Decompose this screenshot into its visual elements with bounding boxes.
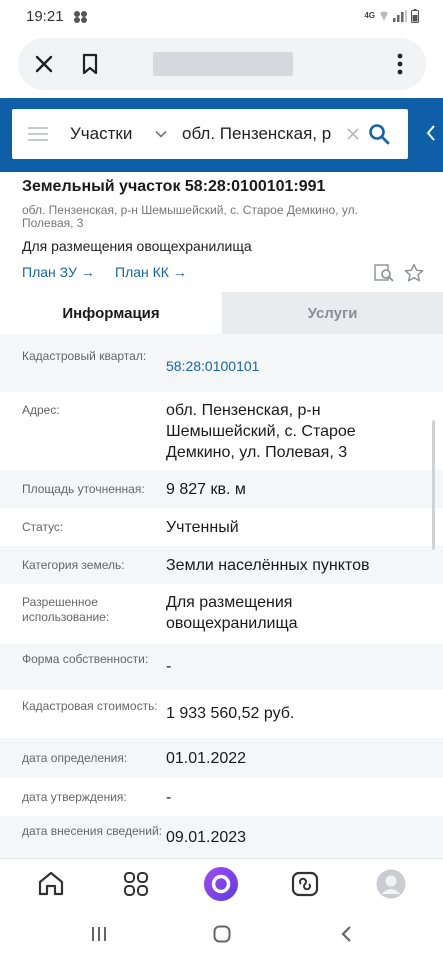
page-scrollbar[interactable] bbox=[432, 420, 435, 550]
star-icon[interactable] bbox=[404, 263, 424, 283]
row-label: Разрешенное использование: bbox=[22, 595, 110, 624]
row-label: Кадастровый квартал: bbox=[22, 349, 147, 363]
bottom-nav bbox=[0, 858, 443, 908]
url-field[interactable] bbox=[153, 52, 293, 76]
table-row: Кадастровый квартал: 58:28:0100101 bbox=[0, 334, 443, 392]
find-on-map-icon[interactable] bbox=[374, 264, 394, 282]
plan-zu-link[interactable]: План ЗУ → bbox=[22, 264, 95, 280]
row-value: обл. Пензенская, р-н Шемышейский, с. Ста… bbox=[166, 402, 356, 461]
table-row: Форма собственности: - bbox=[0, 644, 443, 690]
tab-bar: Информация Услуги bbox=[0, 292, 443, 334]
tab-information[interactable]: Информация bbox=[0, 292, 222, 334]
row-value: - bbox=[166, 658, 172, 675]
parcel-purpose: Для размещения овощехранилища bbox=[22, 238, 252, 254]
table-row: Разрешенное использование: Для размещени… bbox=[0, 584, 443, 644]
table-row: дата утверждения: - bbox=[0, 778, 443, 816]
search-box: Участки обл. Пензенская, р bbox=[12, 109, 408, 159]
row-label: Форма собственности: bbox=[22, 652, 149, 666]
bookmark-icon[interactable] bbox=[76, 50, 104, 78]
tab-services[interactable]: Услуги bbox=[222, 292, 443, 334]
alice-assistant-icon[interactable] bbox=[203, 866, 239, 902]
close-icon[interactable] bbox=[30, 50, 58, 78]
table-row: Кадастровая стоимость: 1 933 560,52 руб. bbox=[0, 690, 443, 738]
object-type-select[interactable]: Участки bbox=[70, 124, 132, 144]
hamburger-icon[interactable] bbox=[28, 126, 48, 142]
browser-toolbar bbox=[18, 38, 426, 90]
parcel-address: обл. Пензенская, р-н Шемышейский, с. Ста… bbox=[22, 203, 358, 230]
row-label: Кадастровая стоимость: bbox=[22, 699, 158, 713]
row-label: дата определения: bbox=[22, 750, 128, 765]
row-value: 1 933 560,52 руб. bbox=[166, 705, 295, 722]
collapse-icon[interactable] bbox=[424, 122, 438, 144]
recents-icon[interactable] bbox=[89, 924, 109, 944]
row-label: Площадь уточненная: bbox=[22, 481, 145, 496]
row-value: 09.01.2023 bbox=[166, 829, 247, 846]
apps-grid-icon[interactable] bbox=[121, 869, 151, 899]
row-label: Адрес: bbox=[22, 403, 60, 417]
multi-dot-notification-icon bbox=[74, 11, 87, 23]
status-bar: 19:21 4G bbox=[0, 0, 443, 34]
signal-icon bbox=[393, 10, 407, 22]
clear-icon[interactable] bbox=[345, 126, 361, 142]
row-value: 9 827 кв. м bbox=[166, 480, 246, 498]
battery-icon bbox=[411, 9, 419, 23]
row-value: Учтенный bbox=[166, 518, 239, 536]
table-row: Адрес: обл. Пензенская, р-н Шемышейский,… bbox=[0, 392, 443, 470]
table-row: дата внесения сведений: 09.01.2023 bbox=[0, 816, 443, 858]
row-value: Для размещения овощехранилища bbox=[166, 594, 298, 632]
attributes-table: Кадастровый квартал: 58:28:0100101 Адрес… bbox=[0, 334, 443, 858]
row-label: Статус: bbox=[22, 519, 64, 534]
table-row: Статус: Учтенный bbox=[0, 508, 443, 546]
network-type: 4G bbox=[364, 11, 375, 20]
row-value: Земли населённых пунктов bbox=[166, 556, 370, 574]
row-label: Категория земель: bbox=[22, 557, 125, 572]
row-label: дата внесения сведений: bbox=[22, 824, 162, 838]
status-time: 19:21 bbox=[26, 8, 64, 25]
table-row: дата определения: 01.01.2022 bbox=[0, 738, 443, 778]
search-icon[interactable] bbox=[368, 123, 390, 145]
wifi-icon bbox=[380, 11, 388, 21]
search-input[interactable]: обл. Пензенская, р bbox=[182, 124, 344, 144]
tabs-icon[interactable] bbox=[290, 869, 320, 899]
back-chevron-icon[interactable] bbox=[337, 924, 357, 944]
table-row: Категория земель: Земли населённых пункт… bbox=[0, 546, 443, 584]
row-label: дата утверждения: bbox=[22, 789, 127, 804]
profile-avatar-icon[interactable] bbox=[376, 869, 406, 899]
search-header: Участки обл. Пензенская, р bbox=[0, 98, 443, 172]
parcel-title: Земельный участок 58:28:0100101:991 bbox=[22, 178, 326, 195]
system-nav-bar bbox=[0, 908, 443, 960]
table-row: Площадь уточненная: 9 827 кв. м bbox=[0, 470, 443, 508]
more-vertical-icon[interactable] bbox=[386, 50, 414, 78]
chevron-down-icon[interactable] bbox=[154, 127, 168, 141]
home-circle-icon[interactable] bbox=[212, 924, 232, 944]
plan-kk-link[interactable]: План КК → bbox=[115, 264, 187, 280]
row-value: - bbox=[166, 788, 172, 806]
row-value: 01.01.2022 bbox=[166, 749, 247, 767]
home-icon[interactable] bbox=[36, 869, 66, 899]
cadastral-quarter-link[interactable]: 58:28:0100101 bbox=[166, 349, 443, 392]
